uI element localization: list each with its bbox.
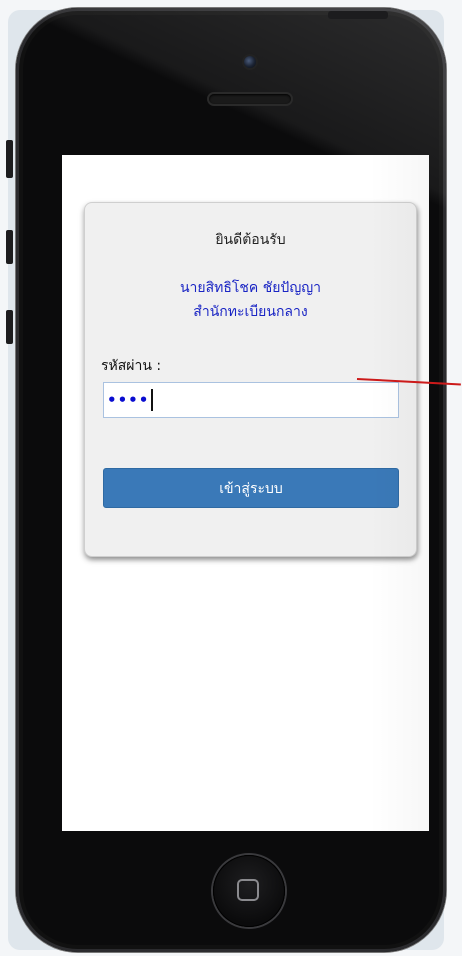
password-label: รหัสผ่าน : [101,358,162,374]
password-value: •••• [107,391,150,409]
camera-icon [244,56,256,68]
power-button [328,11,388,19]
mute-switch [6,140,13,178]
text-caret [151,389,154,411]
volume-up-button [6,230,13,264]
office-name: สำนักทะเบียนกลาง [193,304,308,320]
login-button[interactable]: เข้าสู่ระบบ [103,468,399,508]
earpiece-speaker [209,94,291,104]
welcome-text: ยินดีต้อนรับ [215,232,286,248]
user-name: นายสิทธิโชค ชัยปัญญา [179,280,322,296]
home-square-icon [237,879,259,901]
home-button[interactable] [213,855,285,927]
password-input[interactable]: •••• [103,382,399,418]
volume-down-button [6,310,13,344]
phone-screen: ยินดีต้อนรับ นายสิทธิโชค ชัยปัญญา สำนักท… [62,155,429,831]
phone-frame: ยินดีต้อนรับ นายสิทธิโชค ชัยปัญญา สำนักท… [16,8,446,952]
